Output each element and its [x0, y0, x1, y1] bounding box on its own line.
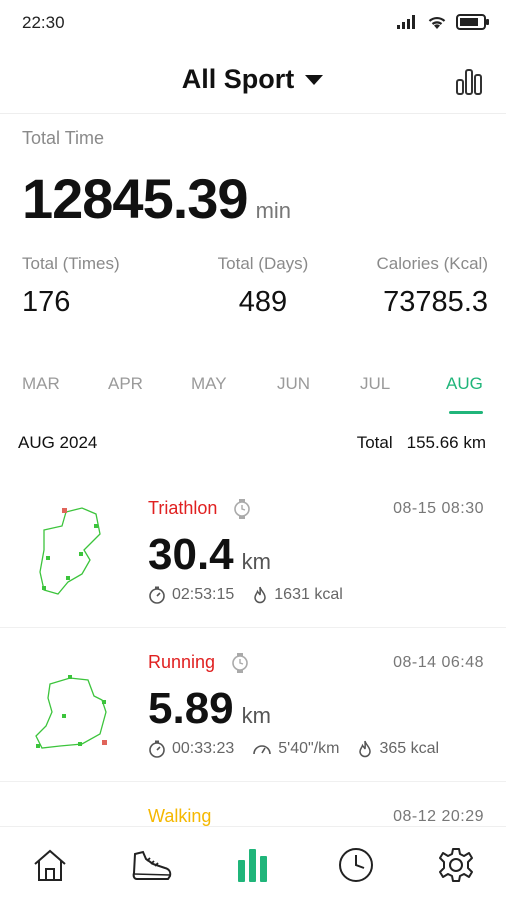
activity-datetime: 08-12 20:29 [393, 808, 484, 825]
status-time: 22:30 [22, 13, 65, 32]
gear-icon [439, 848, 473, 882]
month-total-value: 155.66 km [406, 433, 486, 452]
stat-label: Total (Days) [217, 254, 309, 273]
activity-type-label: Running [148, 652, 216, 672]
duration: 02:53:15 [148, 586, 234, 604]
calories-value: 1631 kcal [274, 586, 343, 603]
distance-unit: km [241, 549, 271, 574]
activity-type-label: Triathlon [148, 498, 218, 518]
month-tabs: MAR APR MAY JUN JUL AUG [0, 368, 506, 418]
activity-meta: 00:33:23 5'40"/km 365 kcal [148, 740, 439, 758]
calories: 365 kcal [357, 740, 439, 758]
total-time: 12845.39 min [22, 166, 291, 231]
total-times-stat: Total (Times) 176 [22, 254, 120, 319]
activity-item[interactable]: Running 08-14 06:48 5.89 km 00:33:23 5'4… [0, 628, 506, 782]
activity-datetime: 08-14 06:48 [393, 654, 484, 671]
bar-chart-icon[interactable] [454, 66, 484, 96]
wifi-icon [428, 16, 446, 29]
calories-stat: Calories (Kcal) 73785.3 [377, 254, 488, 319]
nav-settings[interactable] [434, 843, 478, 887]
active-tab-indicator [449, 411, 483, 414]
signal-icon [397, 15, 415, 29]
duration-value: 02:53:15 [172, 586, 235, 603]
status-bar: 22:30 [0, 0, 506, 46]
shoe-icon [132, 850, 172, 880]
route-map [39, 507, 101, 595]
stat-label: Calories (Kcal) [376, 254, 488, 273]
tab-jul[interactable]: JUL [360, 374, 390, 394]
stopwatch-icon [149, 586, 165, 604]
month-summary: AUG 2024 Total 155.66 km [0, 430, 506, 460]
battery-icon [456, 14, 489, 30]
total-time-unit: min [255, 198, 292, 223]
activity-datetime: 08-15 08:30 [393, 500, 484, 517]
pace: 5'40"/km [252, 740, 339, 758]
header: All Sport [0, 46, 506, 114]
duration: 00:33:23 [148, 740, 234, 758]
stat-value: 176 [22, 286, 71, 318]
activity-type: Running [148, 652, 249, 673]
status-icons [396, 14, 490, 30]
activity-meta: 02:53:15 1631 kcal [148, 586, 343, 604]
summary-stats: Total (Times) 176 Total (Days) 489 Calor… [22, 254, 488, 324]
flame-icon [254, 586, 267, 604]
nav-stats[interactable] [231, 843, 275, 887]
calories-value: 365 kcal [379, 740, 440, 757]
distance-unit: km [241, 703, 271, 728]
stats-icon [238, 849, 267, 882]
stopwatch-icon [149, 740, 165, 758]
pace-value: 5'40"/km [278, 740, 340, 757]
total-time-value: 12845.39 [22, 167, 249, 230]
tab-apr[interactable]: APR [108, 374, 143, 394]
month-label: AUG 2024 [18, 433, 98, 452]
home-icon [34, 849, 66, 881]
activity-distance: 5.89 km [148, 684, 271, 734]
activity-distance: 30.4 km [148, 530, 271, 580]
sport-selector[interactable]: All Sport [0, 64, 506, 95]
page-title: All Sport [181, 64, 295, 94]
route-map [35, 675, 107, 749]
stat-value: 489 [238, 286, 288, 318]
flame-icon [359, 740, 372, 758]
activity-type: Triathlon [148, 498, 251, 519]
tab-may[interactable]: MAY [191, 374, 227, 394]
nav-history[interactable] [334, 843, 378, 887]
total-days-stat: Total (Days) 489 [198, 254, 328, 319]
duration-value: 00:33:23 [172, 740, 235, 757]
total-time-label: Total Time [22, 128, 105, 148]
speedometer-icon [253, 745, 272, 755]
caret-down-icon [305, 74, 324, 85]
watch-icon [232, 652, 248, 673]
activity-item[interactable]: Triathlon 08-15 08:30 30.4 km 02:53:15 1… [0, 474, 506, 628]
calories: 1631 kcal [252, 586, 343, 604]
stat-label: Total (Times) [22, 254, 120, 273]
bottom-nav [0, 826, 506, 900]
month-total-label: Total [356, 433, 393, 452]
tab-mar[interactable]: MAR [22, 374, 60, 394]
activity-type-label: Walking [148, 806, 212, 826]
distance-value: 5.89 [148, 684, 234, 733]
nav-activity[interactable] [130, 843, 174, 887]
stat-value: 73785.3 [383, 286, 488, 318]
clock-icon [339, 848, 373, 882]
tab-aug[interactable]: AUG [446, 374, 483, 394]
watch-icon [234, 498, 251, 519]
nav-home[interactable] [28, 843, 72, 887]
month-total: Total 155.66 km [357, 433, 486, 453]
distance-value: 30.4 [148, 530, 234, 579]
tab-jun[interactable]: JUN [277, 374, 310, 394]
activity-type: Walking [148, 806, 211, 827]
